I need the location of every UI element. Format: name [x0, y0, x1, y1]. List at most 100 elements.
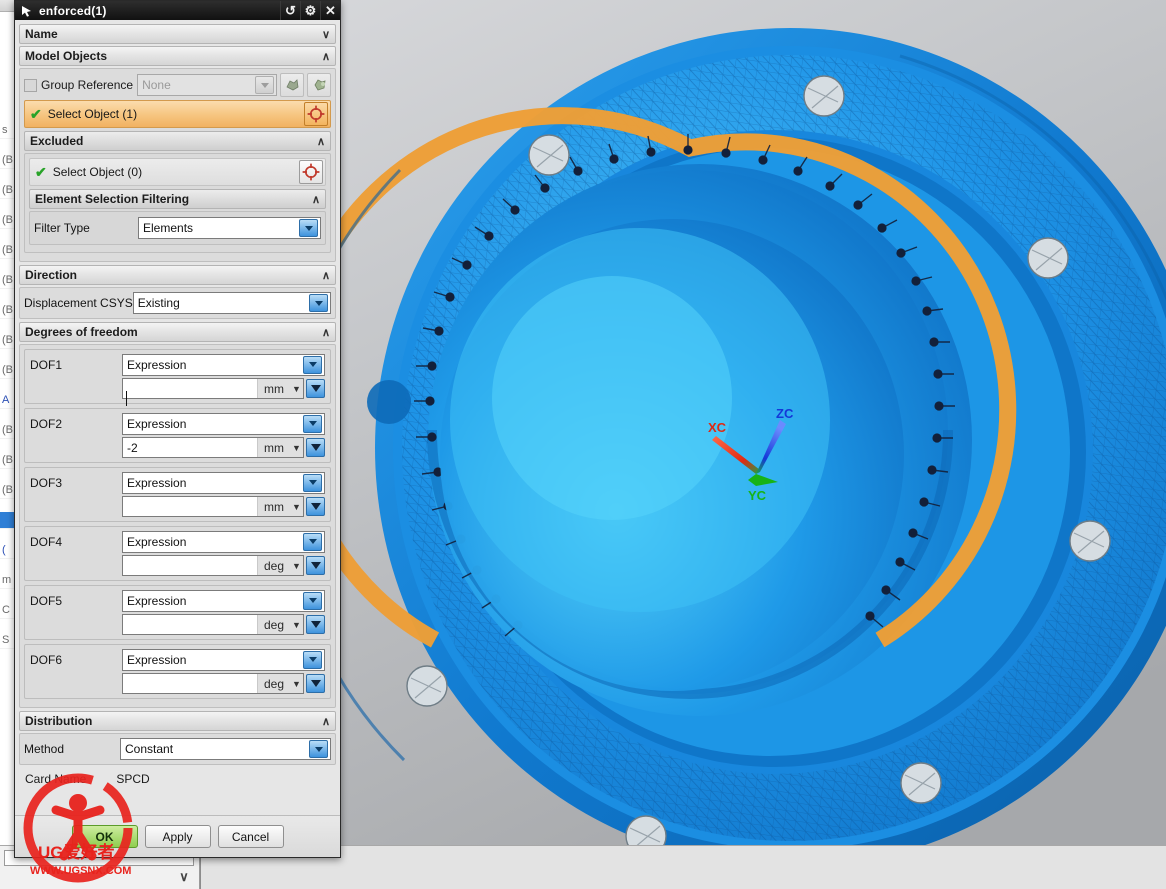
dof-unit: deg — [256, 556, 290, 575]
chevron-up-icon[interactable]: ∧ — [317, 135, 325, 148]
dof-value-field[interactable]: deg ▼ — [122, 555, 304, 576]
select-object-excluded-label: Select Object (0) — [52, 165, 143, 179]
card-name-value: SPCD — [116, 772, 150, 786]
dof-unit: deg — [256, 615, 290, 634]
dof-type-combo[interactable]: Expression — [122, 412, 325, 435]
dof-type-combo[interactable]: Expression — [122, 471, 325, 494]
dof-label: DOF5 — [30, 593, 63, 608]
dof-value-options-icon[interactable] — [306, 674, 325, 693]
section-header-element-selection-filtering[interactable]: Element Selection Filtering ∧ — [29, 189, 326, 209]
section-header-direction[interactable]: Direction ∧ — [19, 265, 336, 285]
dof-type-value: Expression — [127, 416, 187, 431]
crosshair-target-icon[interactable] — [304, 102, 328, 126]
select-object-row-excluded[interactable]: ✔ Select Object (0) — [29, 158, 326, 186]
excluded-body: ✔ Select Object (0) Element Selection Fi… — [24, 153, 331, 253]
dialog-title-bar[interactable]: enforced(1) ↺ ⚙ ✕ — [15, 1, 340, 20]
dof-unit: mm — [257, 438, 290, 457]
dof-type-combo[interactable]: Expression — [122, 530, 325, 553]
filter-type-value: Elements — [143, 221, 194, 235]
section-label-element-selection-filtering: Element Selection Filtering — [35, 192, 190, 206]
status-bar-area — [200, 845, 1166, 889]
dof-value-options-icon[interactable] — [306, 379, 325, 398]
displacement-csys-row: Displacement CSYS Existing — [24, 292, 331, 314]
method-label: Method — [24, 742, 65, 756]
select-region-icon[interactable] — [307, 73, 331, 97]
unit-dropdown-icon[interactable]: ▼ — [290, 497, 303, 516]
tree-item-label: (B — [2, 244, 13, 256]
chevron-up-icon[interactable]: ∧ — [322, 326, 330, 339]
filter-type-combo[interactable]: Elements — [138, 217, 321, 239]
unit-dropdown-icon[interactable]: ▼ — [290, 438, 303, 457]
csys-triad: XC ZC YC — [708, 406, 794, 503]
select-object-row-primary[interactable]: ✔ Select Object (1) — [24, 100, 331, 128]
tree-item-label: s — [2, 124, 8, 136]
section-label-name: Name — [25, 27, 58, 41]
unit-dropdown-icon[interactable]: ▼ — [290, 379, 303, 398]
dof-type-value: Expression — [127, 357, 187, 372]
tree-item-label: S — [2, 634, 10, 646]
model-objects-body: Group Reference None ✔ Select Object (1)… — [19, 68, 336, 262]
unit-dropdown-icon[interactable]: ▼ — [290, 674, 303, 693]
dof-group: DOF1 Expression mm ▼ — [24, 349, 331, 406]
dof-value-field[interactable]: mm ▼ — [122, 378, 304, 406]
dof-value-field[interactable]: deg ▼ — [122, 614, 304, 635]
enforced-displacement-dialog[interactable]: enforced(1) ↺ ⚙ ✕ Name ∨ Model Objects ∧ — [14, 0, 341, 858]
chevron-up-icon[interactable]: ∧ — [322, 715, 330, 728]
select-group-icon[interactable] — [280, 73, 304, 97]
distribution-body: Method Constant — [19, 733, 336, 765]
degrees-of-freedom-body: DOF1 Expression mm ▼ DOF2 Expression -2 mm ▼ DOF3… — [19, 344, 336, 708]
section-label-model-objects: Model Objects — [25, 49, 108, 63]
dialog-footer: OK Apply Cancel — [15, 815, 340, 857]
dof-unit: mm — [257, 497, 290, 516]
dof-value-field[interactable]: deg ▼ — [122, 673, 304, 694]
dof-type-combo[interactable]: Expression — [122, 648, 325, 671]
section-header-distribution[interactable]: Distribution ∧ — [19, 711, 336, 731]
ok-button[interactable]: OK — [71, 825, 138, 848]
dof-value-options-icon[interactable] — [306, 497, 325, 516]
reset-icon[interactable]: ↺ — [280, 1, 300, 20]
check-icon: ✔ — [30, 105, 42, 122]
select-object-label: Select Object (1) — [47, 107, 138, 121]
group-reference-combo[interactable]: None — [137, 74, 277, 96]
apply-button[interactable]: Apply — [144, 825, 211, 848]
chevron-down-icon[interactable]: ∨ — [322, 28, 330, 41]
dof-unit: mm — [257, 379, 290, 398]
dof-value-options-icon[interactable] — [306, 438, 325, 457]
unit-dropdown-icon[interactable]: ▼ — [290, 556, 303, 575]
group-reference-checkbox[interactable] — [24, 78, 37, 92]
dof-type-value: Expression — [127, 534, 187, 549]
cancel-button[interactable]: Cancel — [217, 825, 284, 848]
chevron-up-icon[interactable]: ∧ — [312, 193, 320, 206]
dof-type-combo[interactable]: Expression — [122, 589, 325, 612]
tree-item-label: (B — [2, 424, 13, 436]
application-window: XC ZC YC s (B (B (B (B (B (B (B (B A (B (B (B(m C S ∨ … — [0, 0, 1166, 889]
dof-type-combo[interactable]: Expression — [122, 353, 325, 376]
chevron-down-icon[interactable]: ∨ — [172, 868, 196, 886]
dof-unit: deg — [256, 674, 290, 693]
tree-item-label: (B — [2, 304, 13, 316]
gear-icon[interactable]: ⚙ — [300, 1, 320, 20]
dof-value-field[interactable]: mm ▼ — [122, 496, 304, 517]
crosshair-target-icon[interactable] — [299, 160, 323, 184]
section-header-excluded[interactable]: Excluded ∧ — [24, 131, 331, 151]
unit-dropdown-icon[interactable]: ▼ — [290, 615, 303, 634]
tree-item-label: (B — [2, 484, 13, 496]
section-label-direction: Direction — [25, 268, 78, 282]
chevron-up-icon[interactable]: ∧ — [322, 269, 330, 282]
section-header-name[interactable]: Name ∨ — [19, 24, 336, 44]
dof-value-options-icon[interactable] — [306, 556, 325, 575]
cursor-arrow-icon — [17, 3, 35, 18]
method-combo[interactable]: Constant — [120, 738, 331, 760]
dof-value-options-icon[interactable] — [306, 615, 325, 634]
section-header-model-objects[interactable]: Model Objects ∧ — [19, 46, 336, 66]
chevron-up-icon[interactable]: ∧ — [322, 50, 330, 63]
tree-item-label: (B — [2, 184, 13, 196]
dof-value-field[interactable]: -2 mm ▼ — [122, 437, 304, 458]
close-icon[interactable]: ✕ — [320, 1, 340, 20]
displacement-csys-value: Existing — [137, 296, 180, 310]
section-header-degrees-of-freedom[interactable]: Degrees of freedom ∧ — [19, 322, 336, 342]
card-name-row: Card Name SPCD — [19, 768, 336, 788]
filter-type-label: Filter Type — [34, 221, 90, 235]
filter-type-row: Filter Type Elements — [34, 217, 321, 239]
displacement-csys-combo[interactable]: Existing — [132, 292, 331, 314]
